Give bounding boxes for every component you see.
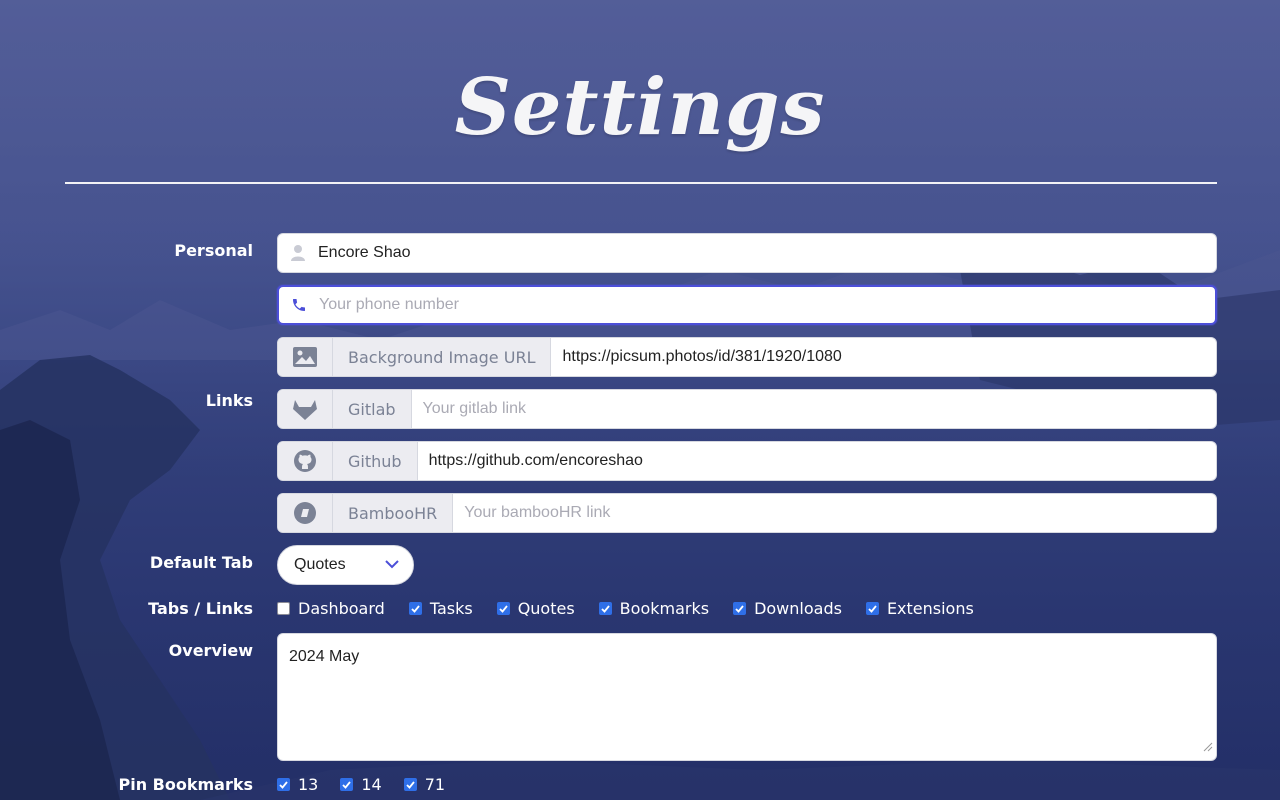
page-title: Settings [454,62,826,153]
background-image-addon: Background Image URL [333,338,552,376]
settings-page: Settings Personal Background Image URL L… [0,0,1280,800]
checkbox[interactable] [340,778,354,791]
checkbox-label: Tasks [429,599,473,618]
gitlab-addon: Gitlab [333,390,412,428]
github-field: Github [277,441,1217,481]
personal-label: Personal [174,241,253,260]
github-addon: Github [333,442,418,480]
checkbox-label: 13 [298,775,319,794]
phone-icon [279,287,319,323]
gitlab-icon [278,390,333,428]
gitlab-field: Gitlab [277,389,1217,429]
overview-label: Overview [168,641,253,660]
bamboohr-input[interactable] [453,494,1216,532]
resize-handle-icon[interactable] [1203,739,1213,757]
name-input[interactable] [318,234,1216,272]
checkbox[interactable] [277,602,290,615]
checkbox-label: 14 [361,775,382,794]
checkbox[interactable] [496,602,510,615]
default-tab-label: Default Tab [149,553,253,572]
pin-bookmark-checkbox-13[interactable]: 13 [277,775,318,794]
image-icon [278,338,333,376]
tabs-checkbox-group: Dashboard Tasks Quotes Bookmarks Downloa… [277,599,998,618]
background-image-field: Background Image URL [277,337,1217,377]
checkbox-label: Quotes [517,599,575,618]
chevron-down-icon [385,556,399,574]
title-divider [65,182,1217,184]
tabs-links-label: Tabs / Links [148,599,253,618]
phone-input[interactable] [319,287,1215,323]
bamboohr-addon: BambooHR [333,494,454,532]
bamboohr-field: BambooHR [277,493,1217,533]
checkbox[interactable] [865,602,879,615]
user-icon [278,234,318,272]
name-field [277,233,1217,273]
tab-checkbox-quotes[interactable]: Quotes [496,599,575,618]
checkbox[interactable] [403,778,417,791]
checkbox-label: Bookmarks [619,599,710,618]
checkbox-label: Extensions [886,599,974,618]
tab-checkbox-bookmarks[interactable]: Bookmarks [598,599,710,618]
pin-bookmark-checkbox-71[interactable]: 71 [403,775,446,794]
github-input[interactable] [417,442,1216,480]
checkbox-label: 71 [424,775,446,794]
checkbox-label: Downloads [754,599,842,618]
tab-checkbox-downloads[interactable]: Downloads [733,599,842,618]
pin-bookmarks-checkbox-group: 13 14 71 [277,775,469,794]
phone-field [277,285,1217,325]
tab-checkbox-dashboard[interactable]: Dashboard [277,599,385,618]
checkbox-label: Dashboard [298,599,385,618]
github-icon [278,442,333,480]
pin-bookmarks-label: Pin Bookmarks [118,775,253,794]
tab-checkbox-tasks[interactable]: Tasks [408,599,473,618]
background-image-input[interactable] [551,338,1216,376]
default-tab-value: Quotes [294,556,346,573]
checkbox[interactable] [408,602,422,615]
overview-text: 2024 May [289,648,360,665]
gitlab-input[interactable] [411,390,1216,428]
overview-textarea[interactable]: 2024 May [277,633,1217,761]
tab-checkbox-extensions[interactable]: Extensions [865,599,974,618]
checkbox[interactable] [733,602,747,615]
pin-bookmark-checkbox-14[interactable]: 14 [340,775,382,794]
links-label: Links [205,391,253,410]
checkbox[interactable] [277,778,290,791]
bamboohr-icon [278,494,333,532]
default-tab-select[interactable]: Quotes [277,545,414,585]
checkbox[interactable] [598,602,612,615]
